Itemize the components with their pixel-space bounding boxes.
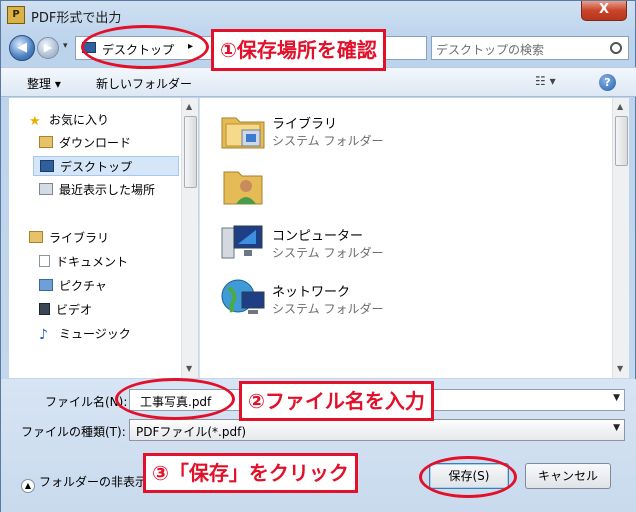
file-type-label: システム フォルダー (272, 134, 384, 148)
search-input[interactable]: デスクトップの検索 (431, 36, 629, 60)
help-icon[interactable]: ? (599, 74, 616, 91)
window-title: PDF形式で出力 (31, 11, 122, 26)
sidebar-item-pictures[interactable]: ピクチャ (39, 276, 107, 296)
scroll-thumb[interactable] (184, 116, 197, 188)
filetype-label: ファイルの種類(T): (21, 425, 126, 439)
navigation-pane: ★ お気に入り ダウンロード デスクトップ 最近表示した場所 ライブラリ ドキュメ… (9, 98, 181, 378)
title-bar: P PDF形式で出力 X (1, 1, 636, 29)
pictures-icon (39, 279, 53, 291)
sidebar-item-label: ダウンロード (59, 136, 132, 150)
collapse-icon: ▲ (21, 479, 35, 493)
sidebar-item-label: ライブラリ (49, 231, 110, 245)
chevron-down-icon[interactable]: ▼ (613, 393, 620, 403)
file-type-label: システム フォルダー (272, 246, 384, 260)
sidebar-item-label: ピクチャ (59, 279, 107, 293)
file-name: ネットワーク (272, 285, 351, 300)
recent-places-icon (39, 183, 53, 195)
organize-menu[interactable]: 整理 ▾ (27, 75, 61, 92)
search-placeholder: デスクトップの検索 (436, 43, 545, 57)
hide-folders-label: フォルダーの非表示 (39, 475, 148, 489)
sidebar-item-downloads[interactable]: ダウンロード (39, 133, 131, 153)
filetype-select[interactable]: PDFファイル(*.pdf) ▼ (129, 419, 625, 441)
file-item-libraries[interactable]: ライブラリ システム フォルダー (220, 110, 440, 160)
toolbar: 整理 ▾ 新しいフォルダー ☷ ▾ ? (1, 67, 636, 97)
sidebar-item-music[interactable]: ♪ ミュージック (39, 324, 131, 344)
annotation-step1: ①保存場所を確認 (211, 29, 386, 71)
library-icon (29, 231, 43, 243)
videos-icon (39, 303, 50, 315)
sidebar-item-label: デスクトップ (60, 160, 133, 174)
cancel-button[interactable]: キャンセル (525, 463, 611, 489)
file-item-computer[interactable]: コンピューター システム フォルダー (220, 222, 440, 272)
sidebar-item-label: ドキュメント (56, 255, 129, 269)
sidebar-item-desktop[interactable]: デスクトップ (33, 156, 179, 176)
sidebar-item-label: 最近表示した場所 (59, 183, 156, 197)
file-pane-scrollbar[interactable]: ▲ ▼ (612, 98, 629, 378)
file-name: コンピューター (272, 229, 364, 244)
hide-folders-button[interactable]: ▲ フォルダーの非表示 (21, 473, 147, 493)
view-options-button[interactable]: ☷ ▾ (535, 74, 565, 90)
scroll-thumb[interactable] (615, 116, 628, 166)
scroll-up-arrow[interactable]: ▲ (186, 102, 192, 111)
sidebar-item-favorites[interactable]: ★ お気に入り (29, 110, 109, 130)
sidebar-item-libraries[interactable]: ライブラリ (29, 228, 109, 248)
close-button[interactable]: X (581, 1, 627, 21)
file-item-network[interactable]: ネットワーク システム フォルダー (220, 278, 440, 328)
file-name: ライブラリ (272, 117, 338, 132)
save-dialog-window: P PDF形式で出力 X ◀ ▶ ▾ デスクトップ ▸ デスクトップの検索 整理… (0, 0, 636, 512)
music-note-icon: ♪ (39, 327, 48, 343)
forward-button[interactable]: ▶ (37, 37, 59, 59)
sidebar-item-label: お気に入り (49, 113, 110, 127)
annotation-step3: ③「保存」をクリック (143, 453, 358, 493)
computer-icon (221, 225, 263, 259)
sidebar-item-recent[interactable]: 最近表示した場所 (39, 180, 155, 200)
file-type-label: システム フォルダー (272, 302, 384, 316)
network-icon (221, 279, 265, 314)
annotation-step2: ②ファイル名を入力 (239, 381, 434, 421)
download-folder-icon (39, 136, 53, 148)
scroll-down-arrow[interactable]: ▼ (617, 364, 623, 373)
scroll-down-arrow[interactable]: ▼ (186, 364, 192, 373)
file-list-pane: ライブラリ システム フォルダー コンピューター システム フォルダー ネットワ… (199, 98, 629, 378)
search-icon[interactable] (610, 42, 622, 54)
new-folder-button[interactable]: 新しいフォルダー (96, 75, 192, 92)
library-folder-icon (221, 117, 265, 149)
chevron-down-icon[interactable]: ▼ (613, 423, 620, 433)
nav-pane-scrollbar[interactable]: ▲ ▼ (181, 98, 198, 378)
recent-locations-dropdown[interactable]: ▾ (63, 41, 68, 51)
sidebar-item-label: ミュージック (59, 327, 131, 341)
annotation-highlight-location (81, 25, 209, 69)
scroll-up-arrow[interactable]: ▲ (617, 102, 623, 111)
filetype-value[interactable]: PDFファイル(*.pdf) (136, 425, 246, 439)
desktop-icon (40, 160, 54, 172)
back-button[interactable]: ◀ (9, 35, 35, 61)
sidebar-item-label: ビデオ (56, 303, 93, 317)
user-folder-icon (223, 171, 263, 205)
sidebar-item-documents[interactable]: ドキュメント (39, 252, 128, 272)
pdf-app-icon: P (7, 6, 25, 24)
sidebar-item-videos[interactable]: ビデオ (39, 300, 92, 320)
star-icon: ★ (29, 114, 41, 129)
annotation-highlight-filename (115, 378, 235, 420)
file-item-user-folder[interactable] (220, 166, 280, 216)
documents-icon (39, 255, 50, 267)
annotation-highlight-save (419, 456, 517, 498)
